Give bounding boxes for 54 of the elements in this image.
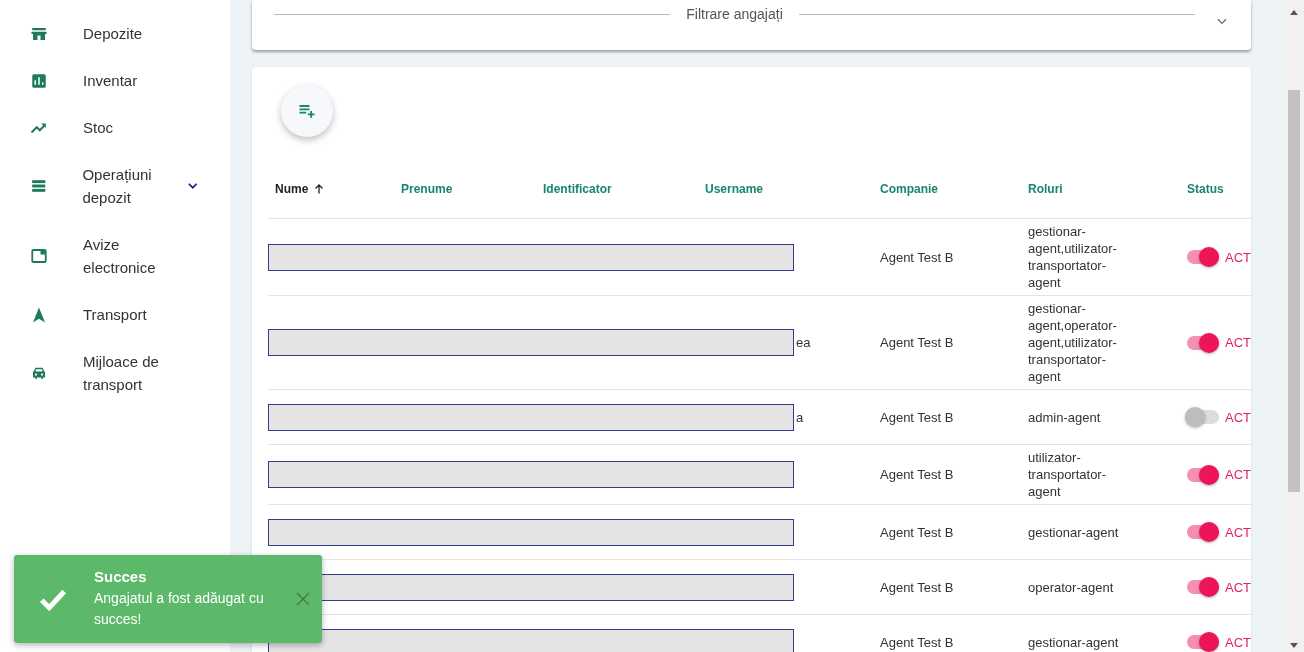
column-header[interactable]: Nume <box>268 160 394 219</box>
close-icon <box>294 590 312 608</box>
column-header[interactable]: Status <box>1180 160 1251 219</box>
sidebar-item[interactable]: Mijloace de transport <box>0 338 200 408</box>
table-cell: gestionar-agent <box>1028 633 1120 651</box>
status-toggle[interactable] <box>1187 250 1219 264</box>
scroll-up-icon[interactable] <box>1290 9 1298 15</box>
table-cell-text: operator-agent <box>1028 578 1115 596</box>
list-icon <box>30 177 48 195</box>
table-cell: Agent Test B <box>880 466 954 483</box>
status-label: ACT <box>1225 334 1251 351</box>
sidebar-item[interactable]: Avize electronice <box>0 221 200 291</box>
table-cell: Agent Test B <box>880 248 954 266</box>
status-label: ACT <box>1225 578 1251 596</box>
status-label: ACT <box>1225 633 1251 651</box>
table-cell: Agent Test B <box>880 578 954 596</box>
column-header[interactable]: Roluri <box>1021 160 1180 219</box>
status-label: ACT <box>1225 248 1251 266</box>
column-header[interactable]: Username <box>698 160 873 219</box>
table-cell: a <box>796 408 804 426</box>
status-toggle[interactable] <box>1187 525 1219 539</box>
filter-title: Filtrare angajați <box>686 6 783 22</box>
table-cell-text: admin-agent <box>1028 408 1102 426</box>
sidebar-item[interactable]: Depozite <box>0 10 200 57</box>
status-toggle[interactable] <box>1187 580 1219 594</box>
table-cell-text: gestionar-agent,utilizator-transportator-agent <box>1028 223 1118 291</box>
table-cell: Agent Test B <box>880 523 954 541</box>
status-label: ACT <box>1225 523 1251 541</box>
bar-chart-icon <box>30 71 48 90</box>
toast-title: Succes <box>94 568 148 585</box>
status-label: ACT <box>1225 466 1251 483</box>
scroll-down-icon[interactable] <box>1290 643 1298 649</box>
status-toggle[interactable] <box>1187 410 1219 424</box>
table-cell-text: utilizator-transportator-agent <box>1028 449 1108 500</box>
table-cell: Agent Test B <box>880 334 954 351</box>
column-header[interactable]: Identificator <box>536 160 698 219</box>
column-header[interactable]: Prenume <box>394 160 536 219</box>
table-cell: gestionar-agent <box>1028 523 1120 541</box>
window-icon <box>30 247 48 265</box>
column-header[interactable]: Companie <box>873 160 1021 219</box>
table-cell: ea <box>796 334 811 351</box>
toast-message: Angajatul a fost adăugat cu succes! <box>94 589 265 629</box>
sidebar-item[interactable]: Stoc <box>0 104 200 151</box>
table-cell-text: gestionar-agent,operator-agent,utilizator-transportator-agent <box>1028 300 1118 385</box>
sidebar-item[interactable]: Operațiuni depozit <box>0 151 200 221</box>
status-label: ACT <box>1225 408 1251 426</box>
table-cell: Agent Test B <box>880 408 954 426</box>
status-toggle[interactable] <box>1187 467 1219 482</box>
status-toggle[interactable] <box>1187 335 1219 350</box>
sidebar-item[interactable]: Transport <box>0 291 200 338</box>
sidebar-item[interactable]: Inventar <box>0 57 200 104</box>
table-cell: Agent Test B <box>880 633 954 651</box>
status-toggle[interactable] <box>1187 635 1219 649</box>
scrollbar-thumb[interactable] <box>1288 90 1300 492</box>
